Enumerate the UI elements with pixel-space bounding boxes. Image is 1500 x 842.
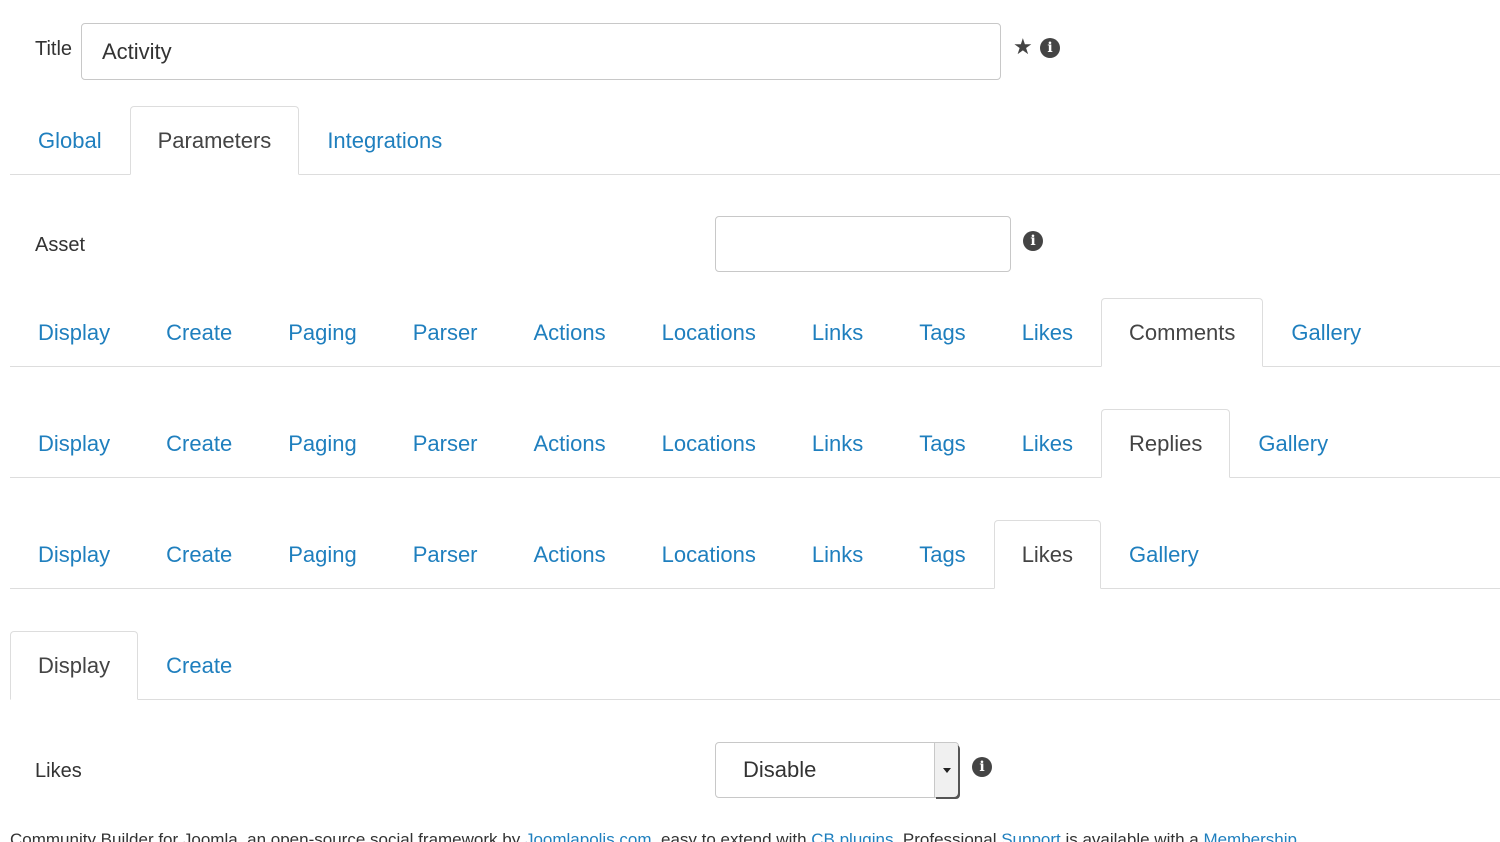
footer-link-support[interactable]: Support [1001,830,1061,842]
title-label: Title [35,38,73,60]
tab-gallery[interactable]: Gallery [1230,409,1356,478]
footer-link-joomlapolis[interactable]: Joomlapolis.com [525,830,652,842]
tab-create[interactable]: Create [138,298,260,367]
likes-select-value: Disable [743,757,817,782]
footer-text-4: is available with a [1060,830,1204,842]
tab-display[interactable]: Display [10,520,138,589]
tab-likes[interactable]: Likes [993,520,1102,589]
tab-likes[interactable]: Likes [994,409,1101,478]
tab-parser[interactable]: Parser [385,520,506,589]
tab-comments[interactable]: Comments [1101,298,1264,367]
tab-global[interactable]: Global [10,106,130,175]
replies-subtabs: Display Create Paging Parser Actions Loc… [10,519,1500,589]
footer-text-2: , easy to extend with [651,830,812,842]
tab-paging[interactable]: Paging [260,409,385,478]
tab-paging[interactable]: Paging [260,520,385,589]
chevron-down-icon [942,767,951,773]
tab-gallery[interactable]: Gallery [1263,298,1389,367]
tab-parser[interactable]: Parser [385,409,506,478]
tab-links[interactable]: Links [784,409,891,478]
tab-parser[interactable]: Parser [385,298,506,367]
footer-text-3: . Professional [893,830,1002,842]
tab-links[interactable]: Links [784,520,891,589]
asset-label: Asset [35,234,86,256]
dropdown-arrow[interactable] [934,743,958,797]
tab-actions[interactable]: Actions [506,298,634,367]
tab-tags[interactable]: Tags [891,409,993,478]
star-icon[interactable]: ★ [1013,37,1033,59]
title-info-icon[interactable]: i [1040,38,1060,58]
tab-tags[interactable]: Tags [891,298,993,367]
footer-link-cb-plugins[interactable]: CB plugins [811,830,893,842]
tab-tags[interactable]: Tags [891,520,993,589]
tab-display[interactable]: Display [10,631,139,700]
likes-label: Likes [35,760,82,782]
tab-actions[interactable]: Actions [506,409,634,478]
tab-display[interactable]: Display [10,298,138,367]
tab-actions[interactable]: Actions [506,520,634,589]
asset-info-icon[interactable]: i [1023,231,1043,251]
tab-create[interactable]: Create [138,409,260,478]
main-tabs: Global Parameters Integrations [10,105,1500,175]
likes-select[interactable]: Disable [715,742,959,798]
activity-subtabs: Display Create Paging Parser Actions Loc… [10,297,1500,367]
footer-text-1: Community Builder for Joomla, an open-so… [10,830,525,842]
asset-input[interactable] [715,216,1011,272]
footer-text: Community Builder for Joomla, an open-so… [10,830,1297,842]
tab-gallery[interactable]: Gallery [1101,520,1227,589]
tab-locations[interactable]: Locations [634,520,784,589]
tab-integrations[interactable]: Integrations [299,106,470,175]
tab-links[interactable]: Links [784,298,891,367]
likes-info-icon[interactable]: i [972,757,992,777]
title-input[interactable]: Activity [81,23,1001,80]
tab-create[interactable]: Create [138,520,260,589]
likes-subtabs: Display Create [10,630,1500,700]
tab-paging[interactable]: Paging [260,298,385,367]
footer-link-membership[interactable]: Membership [1203,830,1297,842]
comments-subtabs: Display Create Paging Parser Actions Loc… [10,408,1500,478]
tab-create[interactable]: Create [138,631,260,700]
tab-locations[interactable]: Locations [634,409,784,478]
tab-locations[interactable]: Locations [634,298,784,367]
tab-parameters[interactable]: Parameters [129,106,300,175]
tab-replies[interactable]: Replies [1101,409,1231,478]
tab-likes[interactable]: Likes [994,298,1101,367]
tab-display[interactable]: Display [10,409,138,478]
